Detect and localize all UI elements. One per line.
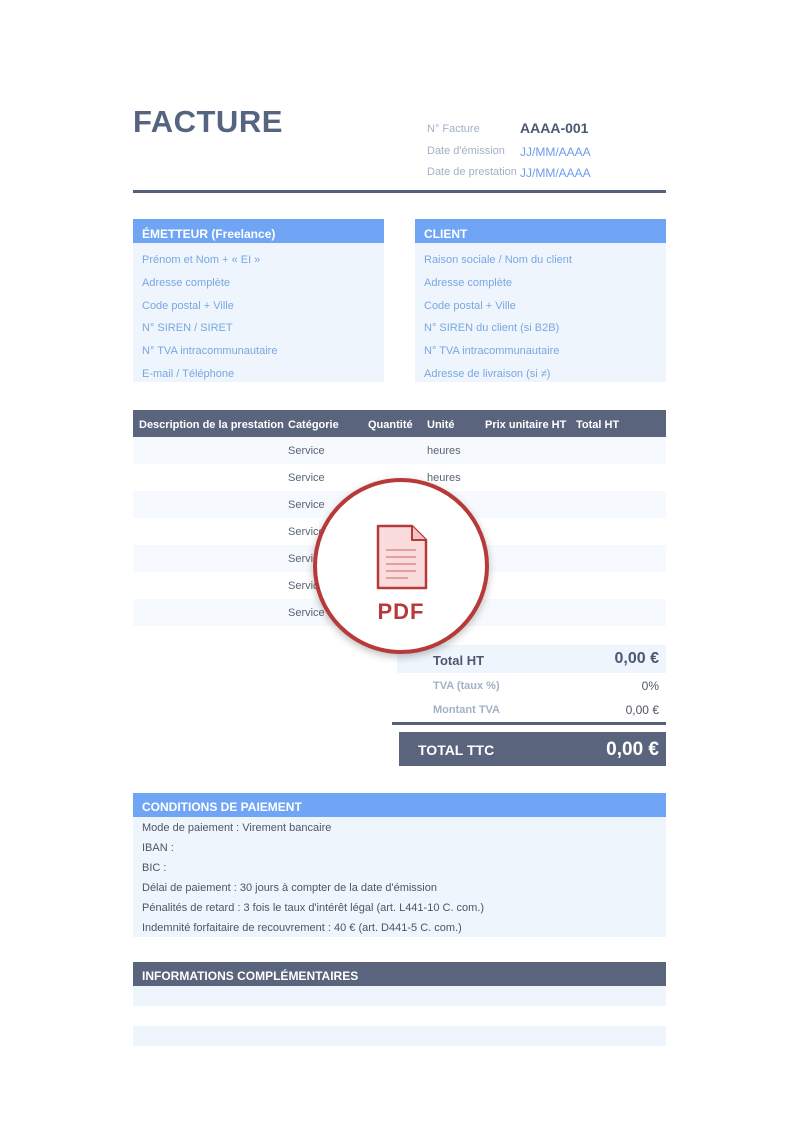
issuer-line: Code postal + Ville	[142, 300, 234, 312]
meta-value: JJ/MM/AAAA	[520, 145, 591, 159]
pdf-badge[interactable]: PDF	[313, 478, 489, 654]
vat-rate-row: TVA (taux %) 0%	[397, 677, 666, 697]
meta-label: Date d'émission	[427, 145, 505, 157]
total-ttc-value: 0,00 €	[606, 739, 659, 760]
cell-unit: heures	[427, 445, 461, 457]
vat-rate-value: 0%	[641, 679, 659, 693]
vat-amount-label: Montant TVA	[433, 704, 501, 716]
client-block: CLIENT Raison sociale / Nom du client Ad…	[415, 219, 666, 382]
payment-line: IBAN :	[142, 842, 174, 854]
info-heading: INFORMATIONS COMPLÉMENTAIRES	[133, 962, 666, 986]
client-line: N° TVA intracommunautaire	[424, 345, 560, 357]
column-header-quantity: Quantité	[368, 419, 413, 431]
items-table-header: Description de la prestation Catégorie Q…	[133, 410, 666, 437]
issuer-line: Adresse complète	[142, 277, 231, 289]
payment-line: Pénalités de retard : 3 fois le taux d'i…	[142, 902, 485, 914]
vat-amount-row: Montant TVA 0,00 €	[397, 701, 666, 721]
client-line: Raison sociale / Nom du client	[424, 254, 572, 266]
pdf-label: PDF	[377, 599, 425, 624]
issuer-heading: ÉMETTEUR (Freelance)	[133, 219, 384, 243]
total-ttc-label: TOTAL TTC	[418, 742, 495, 758]
payment-line: Délai de paiement : 30 jours à compter d…	[142, 882, 437, 894]
column-header-description: Description de la prestation	[139, 419, 284, 431]
payment-heading: CONDITIONS DE PAIEMENT	[133, 793, 666, 817]
vat-rate-label: TVA (taux %)	[433, 680, 500, 692]
ttc-divider	[392, 722, 666, 725]
issuer-line: E-mail / Téléphone	[142, 368, 235, 380]
meta-label: N° Facture	[427, 123, 480, 135]
client-line: Adresse complète	[424, 277, 513, 289]
total-ht-row: Total HT 0,00 €	[397, 645, 666, 673]
meta-label: Date de prestation	[427, 166, 517, 178]
payment-line: Indemnité forfaitaire de recouvrement : …	[142, 922, 462, 934]
column-header-unit-price: Prix unitaire HT	[485, 419, 567, 431]
column-header-unit: Unité	[427, 419, 455, 431]
pdf-file-icon	[376, 524, 428, 590]
issuer-line: N° SIREN / SIRET	[142, 322, 233, 334]
meta-value: AAAA-001	[520, 120, 589, 136]
cell-unit: heures	[427, 472, 461, 484]
payment-body: Mode de paiement : Virement bancaire IBA…	[133, 817, 666, 937]
column-header-total: Total HT	[576, 419, 620, 431]
total-ttc-row: TOTAL TTC 0,00 €	[399, 732, 666, 766]
client-line: Code postal + Ville	[424, 300, 516, 312]
table-row: Service heures	[133, 437, 666, 464]
client-line: N° SIREN du client (si B2B)	[424, 322, 560, 334]
cell-category: Service	[288, 472, 325, 484]
total-ht-value: 0,00 €	[614, 650, 659, 667]
issuer-line: N° TVA intracommunautaire	[142, 345, 278, 357]
header-divider	[133, 190, 666, 193]
issuer-block: ÉMETTEUR (Freelance) Prénom et Nom + « E…	[133, 219, 384, 382]
invoice-title: FACTURE	[133, 104, 283, 139]
info-line	[133, 1026, 666, 1046]
client-heading: CLIENT	[415, 219, 666, 243]
cell-category: Service	[288, 445, 325, 457]
cell-category: Service	[288, 499, 325, 511]
payment-line: Mode de paiement : Virement bancaire	[142, 822, 332, 834]
vat-amount-value: 0,00 €	[625, 703, 659, 717]
meta-value: JJ/MM/AAAA	[520, 166, 591, 180]
column-header-category: Catégorie	[288, 419, 339, 431]
client-line: Adresse de livraison (si ≠)	[424, 368, 551, 380]
payment-line: BIC :	[142, 862, 167, 874]
total-ht-label: Total HT	[433, 653, 485, 668]
issuer-line: Prénom et Nom + « EI »	[142, 254, 261, 266]
info-line	[133, 986, 666, 1006]
